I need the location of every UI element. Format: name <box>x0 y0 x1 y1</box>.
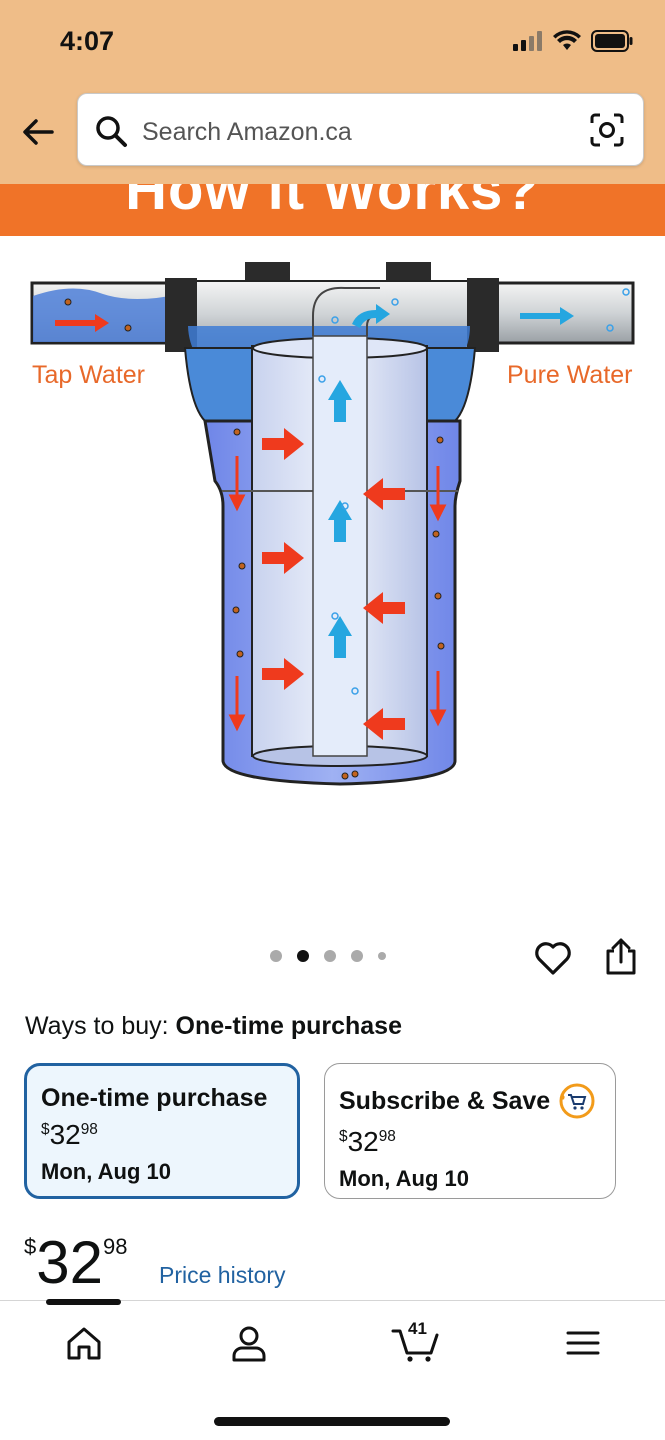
ways-to-buy-prefix: Ways to buy: <box>25 1012 169 1040</box>
share-icon[interactable] <box>603 936 639 976</box>
status-icons <box>513 30 633 52</box>
carousel-indicator[interactable] <box>270 950 386 962</box>
search-placeholder: Search Amazon.ca <box>142 118 352 146</box>
signal-icon <box>513 31 542 51</box>
banner-text: How it Works? <box>125 184 540 222</box>
active-tab-indicator <box>46 1299 121 1305</box>
search-icon <box>96 116 127 147</box>
product-image[interactable]: Tap Water Pure Water <box>0 236 665 926</box>
option-delivery-date: Mon, Aug 10 <box>41 1159 171 1184</box>
battery-icon <box>591 30 633 52</box>
search-input[interactable]: Search Amazon.ca <box>77 93 644 166</box>
ways-to-buy: Ways to buy: One-time purchase <box>25 1012 402 1041</box>
account-icon[interactable] <box>229 1323 269 1363</box>
subscribe-cart-icon <box>559 1083 595 1119</box>
tap-water-label: Tap Water <box>32 361 146 389</box>
home-icon[interactable] <box>64 1323 104 1363</box>
option-title: One-time purchase <box>41 1084 268 1112</box>
option-price: $3298 <box>41 1119 98 1150</box>
bottom-navigation: 41 <box>0 1299 665 1440</box>
wifi-icon <box>553 30 581 50</box>
carousel-dot-active[interactable] <box>297 950 309 962</box>
pure-water-label: Pure Water <box>507 361 633 389</box>
menu-icon[interactable] <box>563 1323 603 1363</box>
one-time-purchase-option[interactable]: One-time purchase $3298 Mon, Aug 10 <box>24 1063 300 1199</box>
carousel-dot[interactable] <box>378 952 386 960</box>
price-history-link[interactable]: Price history <box>159 1262 286 1289</box>
water-filter-diagram <box>30 262 635 786</box>
app-header: 4:07 Search Amazon.ca <box>0 0 665 184</box>
carousel-dot[interactable] <box>324 950 336 962</box>
option-title-row: Subscribe & Save <box>339 1082 601 1120</box>
product-image-banner: How it Works? <box>0 184 665 236</box>
option-title: Subscribe & Save <box>339 1086 551 1115</box>
back-arrow-icon[interactable] <box>18 112 58 152</box>
option-price: $3298 <box>339 1126 396 1157</box>
cart-count-badge: 41 <box>408 1319 427 1338</box>
camera-search-icon[interactable] <box>589 112 625 148</box>
home-indicator-bar <box>214 1417 450 1426</box>
ways-to-buy-selected: One-time purchase <box>175 1012 402 1040</box>
option-delivery-date: Mon, Aug 10 <box>339 1166 469 1191</box>
carousel-dot[interactable] <box>270 950 282 962</box>
subscribe-and-save-option[interactable]: Subscribe & Save $3298 Mon, Aug 10 <box>324 1063 616 1199</box>
carousel-dot[interactable] <box>351 950 363 962</box>
status-time: 4:07 <box>60 26 115 56</box>
heart-icon[interactable] <box>533 938 573 978</box>
product-price: $3298 <box>24 1229 128 1296</box>
